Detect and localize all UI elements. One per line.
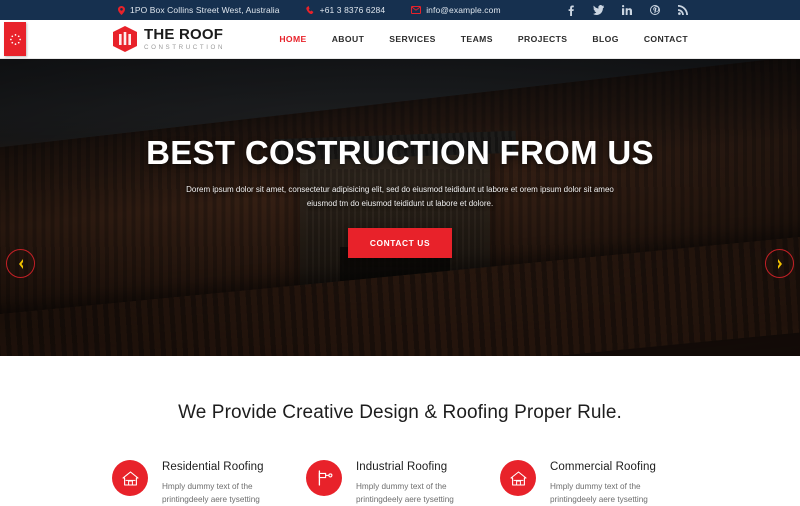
services-section: We Provide Creative Design & Roofing Pro… bbox=[0, 356, 800, 504]
nav-item-about[interactable]: ABOUT bbox=[332, 34, 365, 44]
carousel-next-button[interactable] bbox=[765, 249, 794, 278]
site-header: THE ROOF CONSTRUCTION HOME ABOUT SERVICE… bbox=[0, 20, 800, 59]
service-card-industrial-roofing[interactable]: Industrial Roofing Hmply dummy text of t… bbox=[306, 460, 494, 506]
home-roof-icon bbox=[112, 460, 148, 496]
nav-item-blog[interactable]: BLOG bbox=[592, 34, 618, 44]
linkedin-icon[interactable] bbox=[621, 5, 632, 16]
envelope-icon bbox=[411, 6, 422, 14]
logo-text-group: THE ROOF CONSTRUCTION bbox=[144, 27, 225, 51]
roof-tool-icon bbox=[306, 460, 342, 496]
site-logo[interactable]: THE ROOF CONSTRUCTION bbox=[113, 26, 225, 52]
service-body: Commercial Roofing Hmply dummy text of t… bbox=[550, 460, 688, 506]
topbar-email-text: info@example.com bbox=[426, 5, 501, 15]
twitter-icon[interactable] bbox=[593, 5, 604, 16]
pinterest-icon[interactable] bbox=[649, 5, 660, 16]
top-contact-bar: 1PO Box Collins Street West, Australia +… bbox=[0, 0, 800, 20]
service-card-commercial-roofing[interactable]: Commercial Roofing Hmply dummy text of t… bbox=[500, 460, 688, 506]
topbar-address-text: 1PO Box Collins Street West, Australia bbox=[130, 5, 280, 15]
topbar-address: 1PO Box Collins Street West, Australia bbox=[118, 5, 280, 15]
service-body: Industrial Roofing Hmply dummy text of t… bbox=[356, 460, 494, 506]
home-roof-icon bbox=[500, 460, 536, 496]
topbar-email: info@example.com bbox=[411, 5, 501, 15]
rss-icon[interactable] bbox=[677, 5, 688, 16]
settings-panel-toggle[interactable] bbox=[4, 22, 26, 56]
chevron-left-icon bbox=[17, 258, 25, 269]
service-title: Industrial Roofing bbox=[356, 461, 448, 473]
roof-hexagon-logo-icon bbox=[113, 26, 137, 52]
nav-item-contact[interactable]: CONTACT bbox=[644, 34, 688, 44]
logo-title: THE ROOF bbox=[144, 25, 224, 43]
nav-item-home[interactable]: HOME bbox=[279, 34, 306, 44]
topbar-phone: +61 3 8376 6284 bbox=[305, 5, 386, 15]
service-description: Hmply dummy text of the printingdeely ae… bbox=[162, 482, 260, 505]
service-title: Residential Roofing bbox=[162, 461, 264, 473]
main-navigation: HOME ABOUT SERVICES TEAMS PROJECTS BLOG … bbox=[279, 34, 688, 44]
hero-content: BEST COSTRUCTION FROM US Dorem ipsum dol… bbox=[0, 59, 800, 356]
logo-subtitle: CONSTRUCTION bbox=[144, 43, 226, 51]
services-heading: We Provide Creative Design & Roofing Pro… bbox=[178, 402, 622, 423]
carousel-prev-button[interactable] bbox=[6, 249, 35, 278]
topbar-phone-text: +61 3 8376 6284 bbox=[319, 5, 386, 15]
services-row: Residential Roofing Hmply dummy text of … bbox=[0, 460, 800, 506]
phone-icon bbox=[305, 5, 315, 15]
service-title: Commercial Roofing bbox=[550, 461, 656, 473]
hero-description: Dorem ipsum dolor sit amet, consectetur … bbox=[186, 184, 614, 208]
service-description: Hmply dummy text of the printingdeely ae… bbox=[356, 482, 454, 505]
map-marker-icon bbox=[118, 5, 125, 15]
service-card-residential-roofing[interactable]: Residential Roofing Hmply dummy text of … bbox=[112, 460, 300, 506]
nav-item-projects[interactable]: PROJECTS bbox=[518, 34, 568, 44]
service-body: Residential Roofing Hmply dummy text of … bbox=[162, 460, 300, 506]
chevron-right-icon bbox=[776, 258, 784, 269]
nav-item-teams[interactable]: TEAMS bbox=[461, 34, 493, 44]
hero-contact-us-button[interactable]: CONTACT US bbox=[347, 227, 453, 258]
facebook-icon[interactable] bbox=[565, 5, 576, 16]
settings-gear-icon bbox=[9, 33, 21, 45]
hero-slider: BEST COSTRUCTION FROM US Dorem ipsum dol… bbox=[0, 59, 800, 356]
topbar-contact-group: 1PO Box Collins Street West, Australia +… bbox=[118, 5, 501, 15]
social-links bbox=[565, 5, 688, 16]
nav-item-services[interactable]: SERVICES bbox=[389, 34, 436, 44]
hero-title: BEST COSTRUCTION FROM US bbox=[146, 133, 654, 171]
service-description: Hmply dummy text of the printingdeely ae… bbox=[550, 482, 648, 505]
